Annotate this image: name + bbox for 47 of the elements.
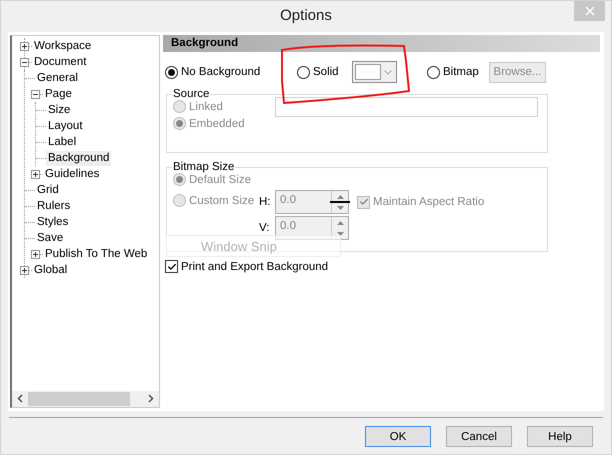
radio-button[interactable]: Solid — [297, 66, 339, 78]
tree-item[interactable]: Rulers — [35, 198, 72, 214]
spin-up-icon[interactable] — [336, 194, 344, 198]
chevron-left-icon[interactable] — [17, 394, 23, 403]
tree-item[interactable]: Styles — [35, 214, 70, 230]
tree-item[interactable]: Grid — [35, 182, 61, 198]
tree-item[interactable]: Layout — [46, 118, 85, 134]
expand-icon[interactable] — [20, 42, 29, 50]
check-icon — [166, 262, 176, 272]
tree-item[interactable]: Workspace — [32, 38, 94, 54]
tree-item[interactable]: Save — [35, 230, 66, 246]
tree-item[interactable]: Global — [32, 262, 70, 278]
expand-icon[interactable] — [20, 266, 29, 274]
section-header: Background — [163, 35, 600, 52]
field-label: H: — [259, 196, 272, 208]
tree-item[interactable]: Background — [46, 150, 112, 166]
tree-item[interactable]: Publish To The Web — [43, 246, 150, 262]
expand-icon[interactable] — [31, 170, 40, 178]
expand-icon[interactable] — [31, 250, 40, 258]
window-title: Options — [280, 6, 332, 24]
spin-down-icon[interactable] — [336, 232, 344, 236]
stroke-mark — [330, 201, 350, 203]
ghost-tooltip: Window Snip — [166, 235, 341, 257]
tree-item[interactable]: Document — [32, 54, 88, 70]
field-label: V: — [259, 222, 270, 234]
radio-button[interactable]: Bitmap — [427, 66, 479, 78]
tree-item[interactable]: Guidelines — [43, 166, 102, 182]
check-icon — [358, 197, 368, 207]
chevron-right-icon[interactable] — [148, 394, 154, 403]
spin-down-icon[interactable] — [336, 206, 344, 210]
chevron-down-icon — [384, 70, 392, 74]
tree-item[interactable]: Page — [43, 86, 74, 102]
tree-item[interactable]: General — [35, 70, 80, 86]
horizontal-scrollbar[interactable] — [12, 391, 159, 407]
spin-up-icon[interactable] — [336, 220, 344, 224]
collapse-icon[interactable] — [31, 90, 40, 98]
group-title: Bitmap Size — [172, 161, 236, 173]
radio-button[interactable]: No Background — [165, 66, 260, 78]
color-dropdown[interactable] — [352, 61, 397, 83]
checkbox[interactable]: Print and Export Background — [165, 260, 600, 273]
tree-item[interactable]: Size — [46, 102, 72, 118]
group-title: Source — [172, 88, 210, 100]
tree-item[interactable]: Label — [46, 134, 78, 150]
dialog-button[interactable]: OK — [365, 426, 431, 447]
dialog-button[interactable]: Help — [527, 426, 593, 447]
dialog-button[interactable]: Cancel — [446, 426, 512, 447]
collapse-icon[interactable] — [20, 58, 29, 66]
